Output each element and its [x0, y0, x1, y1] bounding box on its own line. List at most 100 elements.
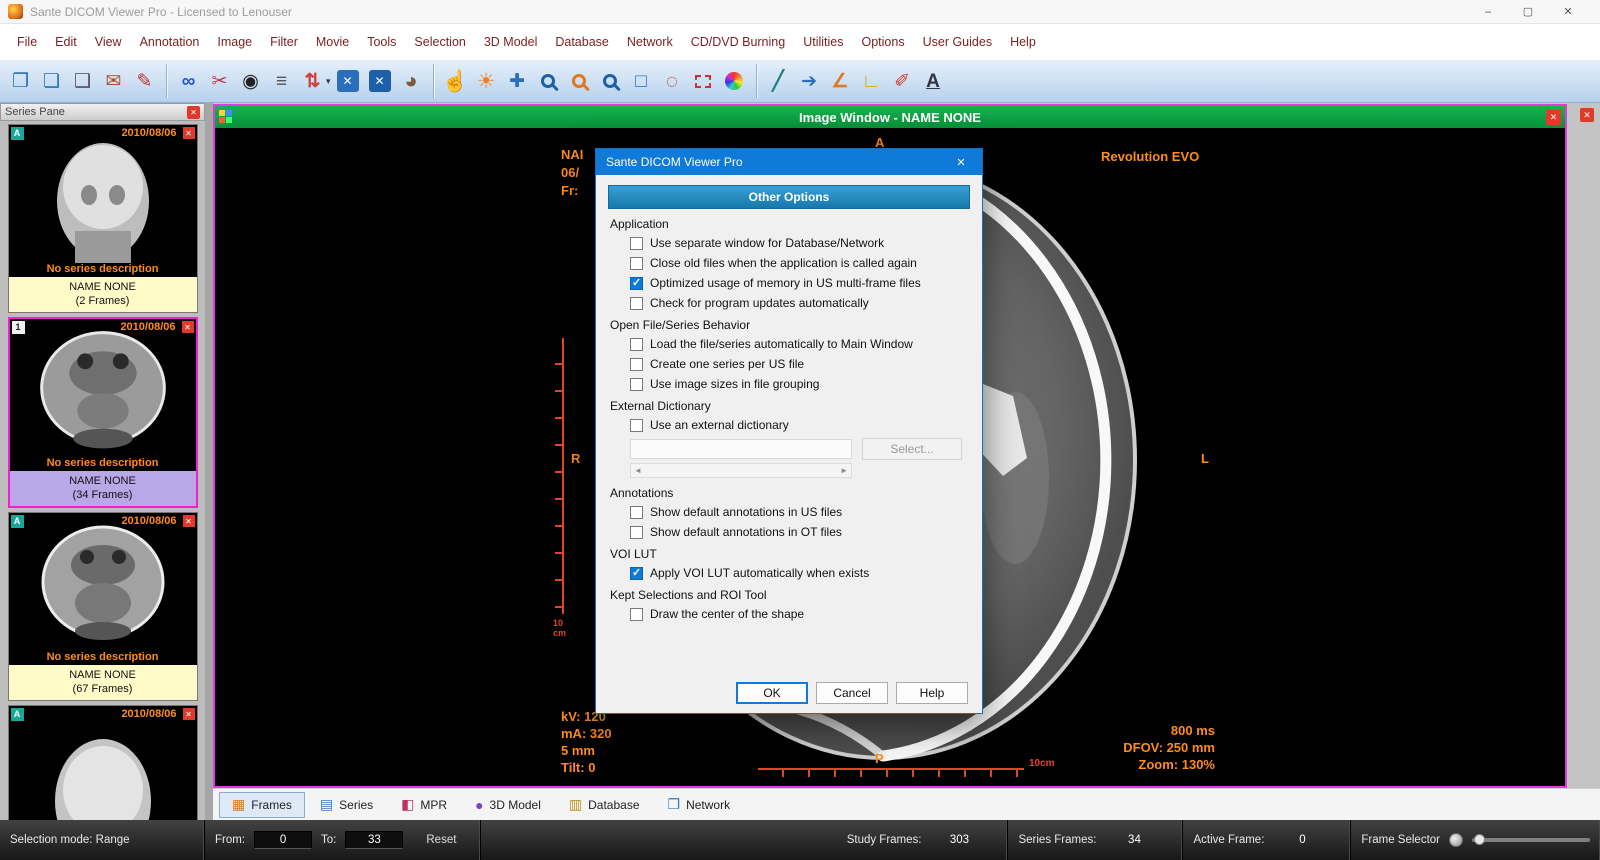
frame-selector-knob-icon[interactable]	[1449, 833, 1463, 847]
thumbnail-close-icon[interactable]: ✕	[183, 127, 195, 139]
image-window-close-icon[interactable]: ✕	[1546, 110, 1561, 125]
checkbox[interactable]	[630, 257, 643, 270]
menu-help[interactable]: Help	[1001, 35, 1045, 49]
minimize-button[interactable]: –	[1468, 0, 1508, 24]
menu-edit[interactable]: Edit	[46, 35, 86, 49]
toggle-overlays-icon[interactable]: ◉	[236, 65, 265, 97]
cancel-button[interactable]: Cancel	[816, 682, 888, 704]
close-button[interactable]: ✕	[1548, 0, 1588, 24]
roi-rect-icon[interactable]	[689, 65, 718, 97]
ok-button[interactable]: OK	[736, 682, 808, 704]
fit-width-icon[interactable]: ✕	[337, 70, 359, 92]
other-options-header-button[interactable]: Other Options	[608, 185, 970, 209]
sort-dropdown-icon[interactable]: ▾	[326, 76, 331, 87]
series-pane-close-icon[interactable]: ✕	[187, 106, 200, 119]
fit-screen-icon[interactable]: ✕	[369, 70, 391, 92]
zoom-rect-icon[interactable]	[596, 65, 625, 97]
series-thumbnail-4[interactable]: A 2010/08/06 ✕	[8, 705, 198, 820]
slider-thumb[interactable]	[1474, 834, 1485, 845]
to-value-field[interactable]: 33	[345, 831, 403, 849]
tab-3d-model[interactable]: ●3D Model	[462, 792, 554, 818]
checkbox[interactable]	[630, 526, 643, 539]
brightness-icon[interactable]: ☀	[472, 65, 501, 97]
option-row[interactable]: Show default annotations in US files	[630, 505, 982, 519]
paste-annotation-icon[interactable]: ✎	[130, 65, 159, 97]
option-row[interactable]: Close old files when the application is …	[630, 256, 982, 270]
maximize-button[interactable]: ▢	[1508, 0, 1548, 24]
checkbox[interactable]	[630, 277, 643, 290]
option-row[interactable]: Optimized usage of memory in US multi-fr…	[630, 276, 982, 290]
arrow-tool-icon[interactable]: ➔	[795, 65, 824, 97]
pane-splitter[interactable]	[205, 103, 213, 820]
open-study-icon[interactable]: ❐	[6, 65, 35, 97]
scout-image-icon[interactable]: ◕	[397, 65, 426, 97]
menu-annotation[interactable]: Annotation	[131, 35, 209, 49]
pan-hand-icon[interactable]: ☝	[441, 65, 470, 97]
select-rect-icon[interactable]: □	[627, 65, 656, 97]
menu-selection[interactable]: Selection	[405, 35, 474, 49]
checkbox[interactable]	[630, 237, 643, 250]
menu-movie[interactable]: Movie	[307, 35, 358, 49]
print-icon[interactable]: ≡	[267, 65, 296, 97]
checkbox[interactable]	[630, 567, 643, 580]
option-row[interactable]: Draw the center of the shape	[630, 607, 982, 621]
menu-view[interactable]: View	[86, 35, 131, 49]
dialog-title-bar[interactable]: Sante DICOM Viewer Pro ✕	[596, 149, 982, 175]
option-row[interactable]: Apply VOI LUT automatically when exists	[630, 566, 982, 580]
series-thumbnail-1[interactable]: A 2010/08/06 ✕ No series description NAM…	[8, 124, 198, 313]
dialog-close-icon[interactable]: ✕	[940, 149, 982, 175]
line-tool-icon[interactable]: ╱	[764, 65, 793, 97]
brush-tool-icon[interactable]: ✐	[888, 65, 917, 97]
menu-file[interactable]: File	[8, 35, 46, 49]
unlink-series-icon[interactable]: ✂	[205, 65, 234, 97]
image-window-title-bar[interactable]: Image Window - NAME NONE ✕	[215, 106, 1565, 128]
thumbnail-close-icon[interactable]: ✕	[183, 515, 195, 527]
series-thumbnail-2[interactable]: 1 2010/08/06 ✕ No series description NAM…	[8, 317, 198, 508]
image-window-system-icon[interactable]	[219, 110, 234, 125]
corner-tool-icon[interactable]: ∟	[857, 65, 886, 97]
help-button[interactable]: Help	[896, 682, 968, 704]
menu-network[interactable]: Network	[618, 35, 682, 49]
option-row[interactable]: Use image sizes in file grouping	[630, 377, 982, 391]
angle-tool-icon[interactable]: ∠	[826, 65, 855, 97]
checkbox[interactable]	[630, 419, 643, 432]
checkbox[interactable]	[630, 297, 643, 310]
from-value-field[interactable]: 0	[254, 831, 312, 849]
menu-database[interactable]: Database	[546, 35, 618, 49]
option-row[interactable]: Load the file/series automatically to Ma…	[630, 337, 982, 351]
checkbox[interactable]	[630, 608, 643, 621]
menu-cddvd-burning[interactable]: CD/DVD Burning	[682, 35, 794, 49]
text-tool-icon[interactable]: A	[919, 65, 948, 97]
tab-mpr[interactable]: ◧MPR	[388, 792, 460, 818]
option-row[interactable]: Check for program updates automatically	[630, 296, 982, 310]
option-row[interactable]: Use separate window for Database/Network	[630, 236, 982, 250]
option-row[interactable]: Show default annotations in OT files	[630, 525, 982, 539]
mdi-close-icon[interactable]: ✕	[1580, 108, 1594, 122]
link-series-icon[interactable]: ∞	[174, 65, 203, 97]
option-row[interactable]: Create one series per US file	[630, 357, 982, 371]
frame-selector-slider[interactable]	[1472, 838, 1590, 842]
export-image-icon[interactable]: ❏	[37, 65, 66, 97]
menu-user-guides[interactable]: User Guides	[914, 35, 1001, 49]
reset-button[interactable]: Reset	[412, 832, 470, 848]
menu-filter[interactable]: Filter	[261, 35, 307, 49]
tab-frames[interactable]: ▦Frames	[219, 792, 305, 818]
roi-ellipse-icon[interactable]: ◌	[658, 65, 687, 97]
thumbnail-close-icon[interactable]: ✕	[183, 708, 195, 720]
menu-3d-model[interactable]: 3D Model	[475, 35, 547, 49]
menu-utilities[interactable]: Utilities	[794, 35, 852, 49]
menu-tools[interactable]: Tools	[358, 35, 405, 49]
menu-image[interactable]: Image	[208, 35, 261, 49]
move-tool-icon[interactable]: ✚	[503, 65, 532, 97]
sort-frames-icon[interactable]: ⇅	[298, 65, 327, 97]
copy-image-icon[interactable]: ❑	[68, 65, 97, 97]
checkbox[interactable]	[630, 338, 643, 351]
series-thumbnail-3[interactable]: A 2010/08/06 ✕ No series description NAM…	[8, 512, 198, 701]
color-palette-icon[interactable]	[720, 65, 749, 97]
zoom-icon[interactable]	[534, 65, 563, 97]
tab-series[interactable]: ▤Series	[307, 792, 386, 818]
tab-database[interactable]: ▥Database	[556, 792, 653, 818]
tab-network[interactable]: ❒Network	[655, 792, 744, 818]
menu-options[interactable]: Options	[853, 35, 914, 49]
checkbox[interactable]	[630, 506, 643, 519]
